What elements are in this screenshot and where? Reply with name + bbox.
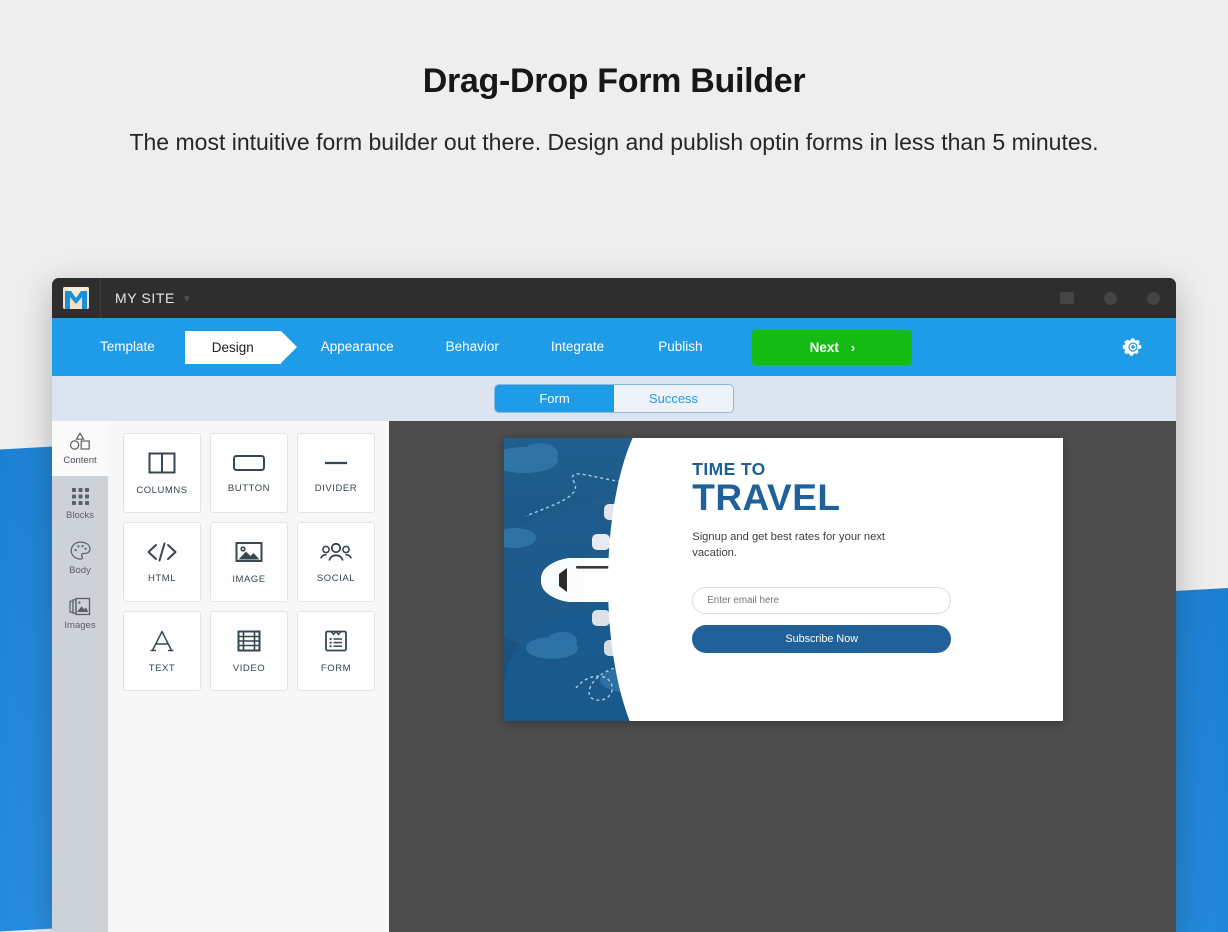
block-video-label: VIDEO: [232, 662, 266, 674]
block-divider-label: DIVIDER: [314, 482, 358, 494]
code-icon: [147, 542, 177, 561]
editor-body: Content Blocks Body Images COLUMNS BUTTO…: [52, 421, 1176, 932]
blocks-grid: COLUMNS BUTTON DIVIDER HTML IMAGE SOCIAL…: [123, 433, 389, 691]
titlebar-divider: [100, 278, 101, 318]
settings-gear-button[interactable]: [1118, 332, 1148, 362]
page-title: Drag-Drop Form Builder: [422, 62, 806, 100]
columns-icon: [148, 452, 176, 473]
airplane-in-clouds-illustration: [504, 438, 675, 721]
white-curve-shape: [608, 438, 675, 721]
photos-icon: [69, 597, 91, 615]
block-button[interactable]: BUTTON: [210, 433, 288, 513]
gear-icon: [1122, 338, 1142, 356]
block-text-label: TEXT: [148, 662, 176, 674]
page-subtitle: The most intuitive form builder out ther…: [129, 129, 1099, 155]
blocks-panel: COLUMNS BUTTON DIVIDER HTML IMAGE SOCIAL…: [108, 421, 389, 932]
page-root: Drag-Drop Form Builder The most intuitiv…: [0, 0, 1228, 932]
button-icon: [233, 454, 265, 471]
form-preview-content: TIME TO TRAVEL Signup and get best rates…: [674, 438, 1063, 721]
left-rail: Content Blocks Body Images: [52, 421, 108, 932]
block-text[interactable]: TEXT: [123, 611, 201, 691]
form-subtext: Signup and get best rates for your next …: [692, 531, 886, 559]
tab-success[interactable]: Success: [614, 385, 733, 412]
next-button[interactable]: Next ›: [752, 329, 913, 365]
sidebar-item-content-label: Content: [63, 454, 97, 466]
sidebar-item-blocks[interactable]: Blocks: [52, 476, 108, 531]
tab-form[interactable]: Form: [495, 385, 614, 412]
titlebar-ghost-icon-2[interactable]: [1104, 291, 1117, 305]
step-appearance[interactable]: Appearance: [321, 318, 394, 376]
sidebar-item-images-label: Images: [64, 619, 96, 631]
titlebar-right-controls: [1060, 291, 1160, 305]
block-html-label: HTML: [147, 572, 177, 584]
next-button-label: Next: [809, 339, 839, 355]
subscribe-button[interactable]: Subscribe Now: [692, 625, 952, 653]
app-window: MY SITE ▾ Template Design Appearance Beh…: [52, 278, 1176, 932]
titlebar: MY SITE ▾: [52, 278, 1176, 318]
site-name-label[interactable]: MY SITE: [115, 290, 175, 306]
steps-toolbar: Template Design Appearance Behavior Inte…: [52, 318, 1176, 376]
step-publish[interactable]: Publish: [658, 318, 702, 376]
block-form-label: FORM: [320, 662, 352, 674]
block-image[interactable]: IMAGE: [210, 522, 288, 602]
grid-icon: [71, 487, 89, 505]
sidebar-item-blocks-label: Blocks: [66, 509, 94, 521]
form-success-tabbar: Form Success: [52, 376, 1176, 421]
image-icon: [235, 541, 263, 562]
sidebar-item-images[interactable]: Images: [52, 586, 108, 641]
chevron-down-icon[interactable]: ▾: [184, 292, 190, 305]
email-field[interactable]: [692, 587, 952, 614]
chevron-right-icon: ›: [850, 339, 856, 355]
form-preview-card[interactable]: TIME TO TRAVEL Signup and get best rates…: [504, 438, 1063, 721]
block-image-label: IMAGE: [232, 573, 266, 585]
block-form[interactable]: FORM: [297, 611, 375, 691]
titlebar-ghost-icon-1[interactable]: [1060, 292, 1074, 304]
form-clipboard-icon: [325, 629, 347, 651]
block-columns-label: COLUMNS: [136, 484, 188, 496]
block-social-label: SOCIAL: [316, 572, 356, 584]
palette-icon: [70, 541, 91, 560]
block-video[interactable]: VIDEO: [210, 611, 288, 691]
step-design[interactable]: Design: [168, 330, 297, 364]
sidebar-item-content[interactable]: Content: [52, 421, 108, 476]
sidebar-item-body[interactable]: Body: [52, 531, 108, 586]
sidebar-item-body-label: Body: [69, 565, 91, 576]
step-template[interactable]: Template: [100, 318, 155, 376]
mail-envelope-m-logo-icon: [63, 287, 89, 309]
step-behavior[interactable]: Behavior: [446, 318, 499, 376]
tab-group: Form Success: [495, 385, 733, 412]
editor-canvas[interactable]: TIME TO TRAVEL Signup and get best rates…: [389, 421, 1176, 932]
block-columns[interactable]: COLUMNS: [123, 433, 201, 513]
text-a-icon: [150, 630, 174, 651]
block-social[interactable]: SOCIAL: [297, 522, 375, 602]
step-integrate[interactable]: Integrate: [551, 318, 604, 376]
hero-section: Drag-Drop Form Builder The most intuitiv…: [0, 0, 1228, 162]
block-html[interactable]: HTML: [123, 522, 201, 602]
form-heading-large: TRAVEL: [692, 477, 841, 518]
film-icon: [237, 630, 261, 651]
shapes-icon: [69, 431, 90, 450]
block-button-label: BUTTON: [227, 482, 271, 494]
divider-icon: [325, 461, 347, 464]
block-divider[interactable]: DIVIDER: [297, 433, 375, 513]
titlebar-ghost-icon-3[interactable]: [1147, 291, 1160, 305]
social-icon: [320, 542, 352, 561]
